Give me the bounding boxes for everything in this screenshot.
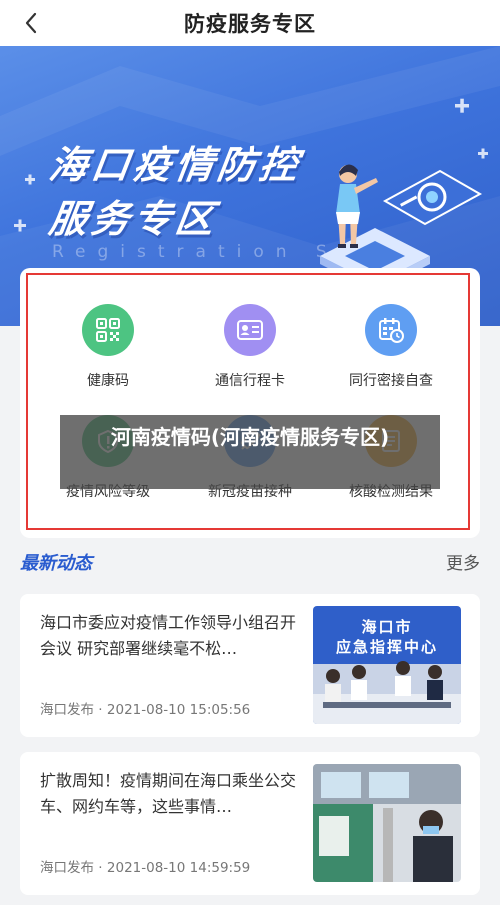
title-overlay: 河南疫情码(河南疫情服务专区) [60,415,440,489]
news-date: 2021-08-10 15:05:56 [106,702,251,718]
news-date: 2021-08-10 14:59:59 [106,860,251,876]
more-link[interactable]: 更多 [446,549,480,574]
news-source: 海口发布 [40,702,94,718]
page-title: 防疫服务专区 [184,12,316,36]
news-meta: 海口发布 · 2021-08-10 14:59:59 [40,860,251,876]
back-button[interactable] [14,6,48,40]
news-title: 扩散周知！疫情期间在海口乘坐公交车、网约车等，这些事情… [40,771,297,816]
thumb-caption-line1: 海口市 [361,618,413,636]
banner-title-line2: 服务专区 [46,197,221,241]
highlight-frame [26,273,470,530]
news-meta: 海口发布 · 2021-08-10 15:05:56 [40,702,251,718]
banner-title-line1: 海口疫情防控 [46,143,305,187]
news-item[interactable]: 海口市委应对疫情工作领导小组召开会议 研究部署继续毫不松… 海口发布 · 202… [20,594,480,737]
nav-bar: 防疫服务专区 [0,0,500,46]
chevron-left-icon [25,12,37,34]
news-item[interactable]: 扩散周知！疫情期间在海口乘坐公交车、网约车等，这些事情… 海口发布 · 2021… [20,752,480,895]
news-thumbnail [313,764,461,882]
news-title: 海口市委应对疫情工作领导小组召开会议 研究部署继续毫不松… [40,613,297,658]
news-section-title: 最新动态 [20,553,92,574]
news-thumbnail: 海口市 应急指挥中心 [313,606,461,724]
thumb-caption-line2: 应急指挥中心 [335,638,438,656]
news-source: 海口发布 [40,860,94,876]
